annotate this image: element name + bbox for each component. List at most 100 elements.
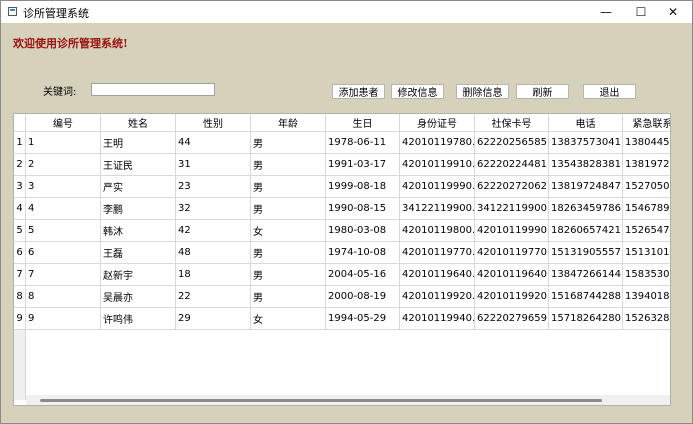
table-cell[interactable]: 6 xyxy=(26,242,101,264)
table-cell[interactable]: 5 xyxy=(26,220,101,242)
table-cell[interactable]: 34122119900... xyxy=(400,198,475,220)
table-cell[interactable]: 44 xyxy=(176,132,251,154)
column-header[interactable]: 紧急联系 xyxy=(623,114,670,132)
row-header[interactable]: 9 xyxy=(14,308,26,330)
table-cell[interactable]: 13847266144 xyxy=(549,264,623,286)
table-cell[interactable]: 138044596 xyxy=(623,132,670,154)
table-cell[interactable]: 男 xyxy=(251,132,326,154)
row-header[interactable]: 6 xyxy=(14,242,26,264)
row-header[interactable]: 1 xyxy=(14,132,26,154)
table-cell[interactable]: 2 xyxy=(26,154,101,176)
column-header[interactable]: 年龄 xyxy=(251,114,326,132)
table-cell[interactable]: 1990-08-15 xyxy=(326,198,400,220)
table-cell[interactable]: 152632894 xyxy=(623,308,670,330)
table-cell[interactable]: 13543828381 xyxy=(549,154,623,176)
table-cell[interactable]: 吴晨亦 xyxy=(101,286,176,308)
table-cell[interactable]: 18263459786 xyxy=(549,198,623,220)
horizontal-scrollbar[interactable] xyxy=(26,395,670,405)
table-cell[interactable]: 1991-03-17 xyxy=(326,154,400,176)
table-cell[interactable]: 13837573041 xyxy=(549,132,623,154)
table-cell[interactable]: 王明 xyxy=(101,132,176,154)
table-cell[interactable]: 3 xyxy=(26,176,101,198)
row-header[interactable]: 3 xyxy=(14,176,26,198)
title-bar[interactable]: 诊所管理系统 — ☐ ✕ xyxy=(1,1,692,23)
add-patient-button[interactable]: 添加患者 xyxy=(332,84,385,99)
keyword-search-input[interactable] xyxy=(91,83,215,96)
column-header[interactable]: 身份证号 xyxy=(400,114,475,132)
column-header[interactable]: 编号 xyxy=(26,114,101,132)
column-header[interactable]: 性别 xyxy=(176,114,251,132)
table-cell[interactable]: 男 xyxy=(251,264,326,286)
minimize-button[interactable]: — xyxy=(586,1,626,23)
table-cell[interactable]: 42010119640... xyxy=(400,264,475,286)
table-cell[interactable]: 王证民 xyxy=(101,154,176,176)
table-cell[interactable]: 严实 xyxy=(101,176,176,198)
table-cell[interactable]: 42 xyxy=(176,220,251,242)
table-cell[interactable]: 151310175 xyxy=(623,242,670,264)
row-header[interactable]: 5 xyxy=(14,220,26,242)
table-cell[interactable]: 32 xyxy=(176,198,251,220)
table-corner[interactable] xyxy=(14,114,26,132)
row-header[interactable]: 2 xyxy=(14,154,26,176)
table-cell[interactable]: 男 xyxy=(251,198,326,220)
table-cell[interactable]: 42010119910... xyxy=(400,154,475,176)
table-cell[interactable]: 62220279659... xyxy=(475,308,549,330)
column-header[interactable]: 电话 xyxy=(549,114,623,132)
table-cell[interactable]: 139401804 xyxy=(623,286,670,308)
table-cell[interactable]: 15718264280 xyxy=(549,308,623,330)
table-cell[interactable]: 42010119990... xyxy=(475,220,549,242)
row-header[interactable]: 7 xyxy=(14,264,26,286)
table-cell[interactable]: 9 xyxy=(26,308,101,330)
table-cell[interactable]: 42010119640... xyxy=(475,264,549,286)
row-header[interactable]: 4 xyxy=(14,198,26,220)
table-cell[interactable]: 158353096 xyxy=(623,264,670,286)
scrollbar-thumb[interactable] xyxy=(40,399,602,402)
table-cell[interactable]: 1994-05-29 xyxy=(326,308,400,330)
table-cell[interactable]: 男 xyxy=(251,176,326,198)
table-cell[interactable]: 2004-05-16 xyxy=(326,264,400,286)
table-cell[interactable]: 22 xyxy=(176,286,251,308)
table-cell[interactable]: 42010119770... xyxy=(475,242,549,264)
table-cell[interactable]: 男 xyxy=(251,286,326,308)
edit-info-button[interactable]: 修改信息 xyxy=(391,84,444,99)
table-cell[interactable]: 4 xyxy=(26,198,101,220)
table-cell[interactable]: 女 xyxy=(251,308,326,330)
table-cell[interactable]: 7 xyxy=(26,264,101,286)
table-cell[interactable]: 42010119990... xyxy=(400,176,475,198)
table-cell[interactable]: 李鹏 xyxy=(101,198,176,220)
column-header[interactable]: 姓名 xyxy=(101,114,176,132)
column-header[interactable]: 社保卡号 xyxy=(475,114,549,132)
refresh-button[interactable]: 刷新 xyxy=(516,84,569,99)
table-cell[interactable]: 王磊 xyxy=(101,242,176,264)
table-cell[interactable]: 1 xyxy=(26,132,101,154)
table-cell[interactable]: 29 xyxy=(176,308,251,330)
table-cell[interactable]: 62220256585... xyxy=(475,132,549,154)
table-cell[interactable]: 1974-10-08 xyxy=(326,242,400,264)
table-cell[interactable]: 42010119920... xyxy=(475,286,549,308)
table-cell[interactable]: 42010119800... xyxy=(400,220,475,242)
table-cell[interactable]: 1978-06-11 xyxy=(326,132,400,154)
table-cell[interactable]: 1980-03-08 xyxy=(326,220,400,242)
table-cell[interactable]: 8 xyxy=(26,286,101,308)
table-cell[interactable]: 许鸣伟 xyxy=(101,308,176,330)
table-cell[interactable]: 138197248 xyxy=(623,154,670,176)
table-cell[interactable]: 13819724847 xyxy=(549,176,623,198)
table-cell[interactable]: 152705074 xyxy=(623,176,670,198)
table-cell[interactable]: 152654785 xyxy=(623,220,670,242)
row-header[interactable]: 8 xyxy=(14,286,26,308)
table-cell[interactable]: 42010119770... xyxy=(400,242,475,264)
table-cell[interactable]: 31 xyxy=(176,154,251,176)
table-cell[interactable]: 18260657421 xyxy=(549,220,623,242)
delete-info-button[interactable]: 删除信息 xyxy=(456,84,509,99)
exit-button[interactable]: 退出 xyxy=(583,84,636,99)
table-cell[interactable]: 1999-08-18 xyxy=(326,176,400,198)
table-cell[interactable]: 男 xyxy=(251,242,326,264)
table-cell[interactable]: 42010119780... xyxy=(400,132,475,154)
table-cell[interactable]: 赵新宇 xyxy=(101,264,176,286)
table-cell[interactable]: 23 xyxy=(176,176,251,198)
table-cell[interactable]: 62220272062... xyxy=(475,176,549,198)
patient-table[interactable]: 编号 姓名 性别 年龄 生日 身份证号 社保卡号 电话 紧急联系 1 1 王明 44 男 1978-06-1… xyxy=(13,113,671,406)
table-cell[interactable]: 48 xyxy=(176,242,251,264)
table-cell[interactable]: 15168744288 xyxy=(549,286,623,308)
table-cell[interactable]: 韩沐 xyxy=(101,220,176,242)
